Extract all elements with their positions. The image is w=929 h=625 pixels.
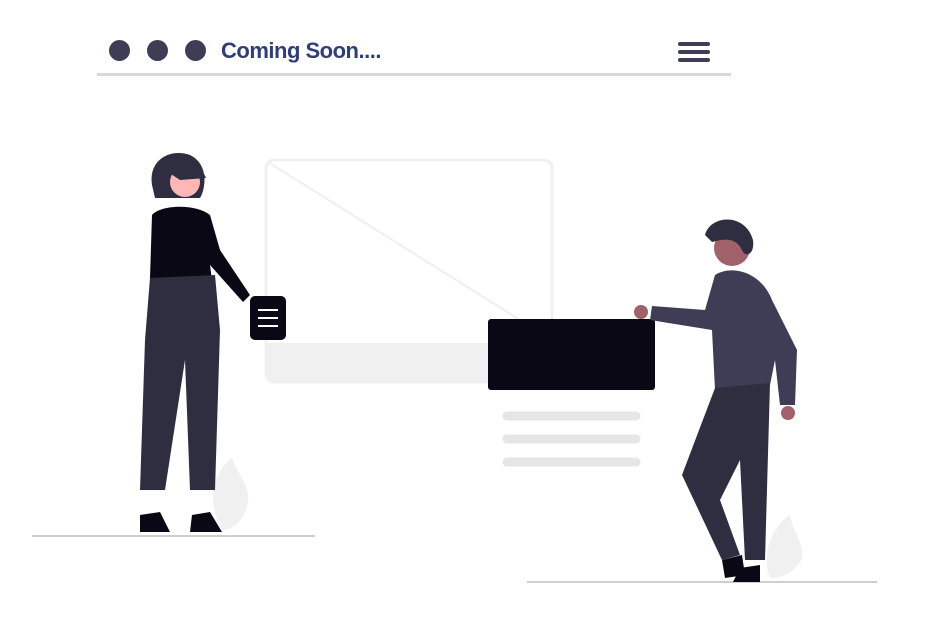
black-panel — [488, 319, 655, 390]
illustration — [32, 153, 877, 583]
plant-left-icon — [213, 458, 249, 530]
man-figure — [634, 219, 797, 582]
plant-right-icon — [766, 515, 803, 578]
woman-figure — [140, 153, 286, 532]
text-lines — [502, 411, 641, 467]
